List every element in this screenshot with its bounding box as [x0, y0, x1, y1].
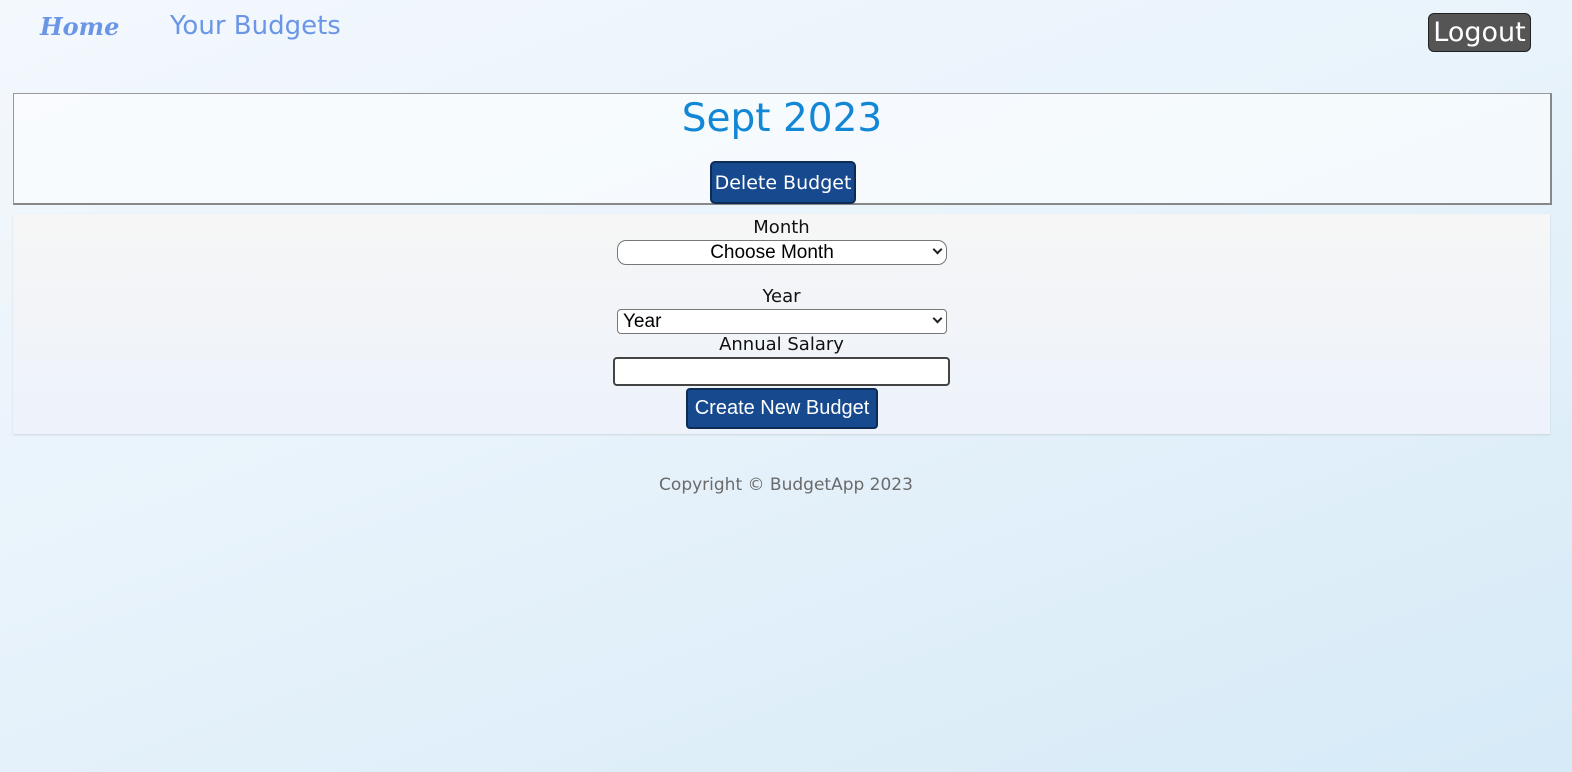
annual-salary-input[interactable]	[613, 357, 950, 386]
chevron-down-icon	[932, 313, 943, 324]
month-select-value: Choose Month	[710, 242, 834, 263]
year-select-value: Year	[623, 311, 662, 332]
nav-home-link[interactable]: Home	[40, 12, 119, 41]
annual-salary-label: Annual Salary	[719, 334, 844, 355]
month-label: Month	[753, 217, 810, 238]
footer-copyright: Copyright © BudgetApp 2023	[659, 475, 913, 495]
create-new-budget-button[interactable]: Create New Budget	[686, 388, 878, 429]
year-label: Year	[762, 286, 801, 307]
new-budget-form: Month Choose Month Year Year Annual Sala…	[13, 214, 1550, 434]
delete-budget-button[interactable]: Delete Budget	[710, 161, 856, 204]
logout-button[interactable]: Logout	[1428, 13, 1531, 52]
year-select[interactable]: Year	[617, 309, 947, 334]
budget-header-panel: Sept 2023 Delete Budget	[13, 93, 1552, 205]
nav-your-budgets-link[interactable]: Your Budgets	[170, 11, 341, 41]
month-select[interactable]: Choose Month	[617, 240, 947, 265]
chevron-down-icon	[932, 244, 943, 255]
budget-title: Sept 2023	[681, 96, 883, 141]
